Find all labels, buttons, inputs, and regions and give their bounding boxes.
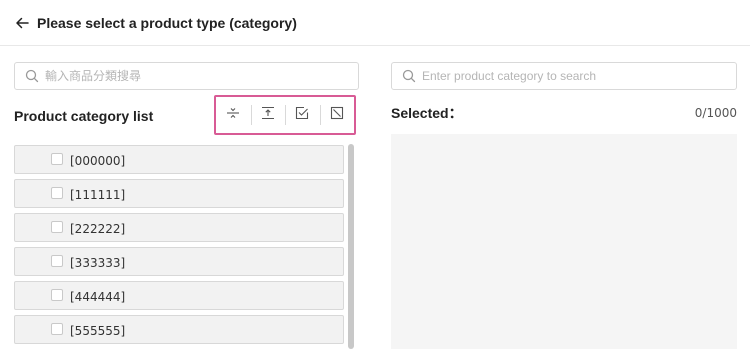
category-label: [222222] [70,222,126,236]
deselect-all-icon [330,106,344,125]
category-label: [333333] [70,256,126,270]
category-search-input[interactable] [45,66,348,86]
category-list-title: Product category list [14,108,154,124]
list-item[interactable]: [222222] [14,213,344,242]
category-list: [000000] [111111] [222222] [333333] [444… [14,145,344,349]
selected-search-box[interactable] [391,62,737,90]
category-label: [555555] [70,324,126,338]
back-arrow-icon[interactable] [12,13,32,33]
category-checkbox[interactable] [51,255,63,267]
selected-items-area [391,134,737,349]
selected-label: Selected： [391,105,463,121]
search-icon [402,69,416,83]
expand-all-button[interactable] [216,101,251,129]
category-checkbox[interactable] [51,187,63,199]
select-all-button[interactable] [285,101,320,129]
category-checkbox[interactable] [51,153,63,165]
page-title: Please select a product type (category) [37,15,297,31]
category-checkbox[interactable] [51,221,63,233]
collapse-all-icon [261,106,275,125]
selected-search-input[interactable] [422,66,726,86]
category-checkbox[interactable] [51,323,63,335]
category-label: [000000] [70,154,126,168]
deselect-all-button[interactable] [319,101,355,129]
list-toolbar [214,95,356,135]
category-list-scrollbar[interactable] [346,142,356,349]
category-label: [111111] [70,188,126,202]
scrollbar-thumb[interactable] [348,144,354,349]
list-item[interactable]: [111111] [14,179,344,208]
category-checkbox[interactable] [51,289,63,301]
list-item[interactable]: [555555] [14,315,344,344]
category-search-box[interactable] [14,62,359,90]
search-icon [25,69,39,83]
collapse-all-button[interactable] [250,101,286,129]
selected-count: 0/1000 [694,106,737,120]
list-item[interactable]: [000000] [14,145,344,174]
list-item[interactable]: [333333] [14,247,344,276]
list-item[interactable]: [444444] [14,281,344,310]
expand-all-icon [226,106,240,125]
page-header: Please select a product type (category) [0,0,750,46]
select-all-icon [295,106,309,125]
category-label: [444444] [70,290,126,304]
